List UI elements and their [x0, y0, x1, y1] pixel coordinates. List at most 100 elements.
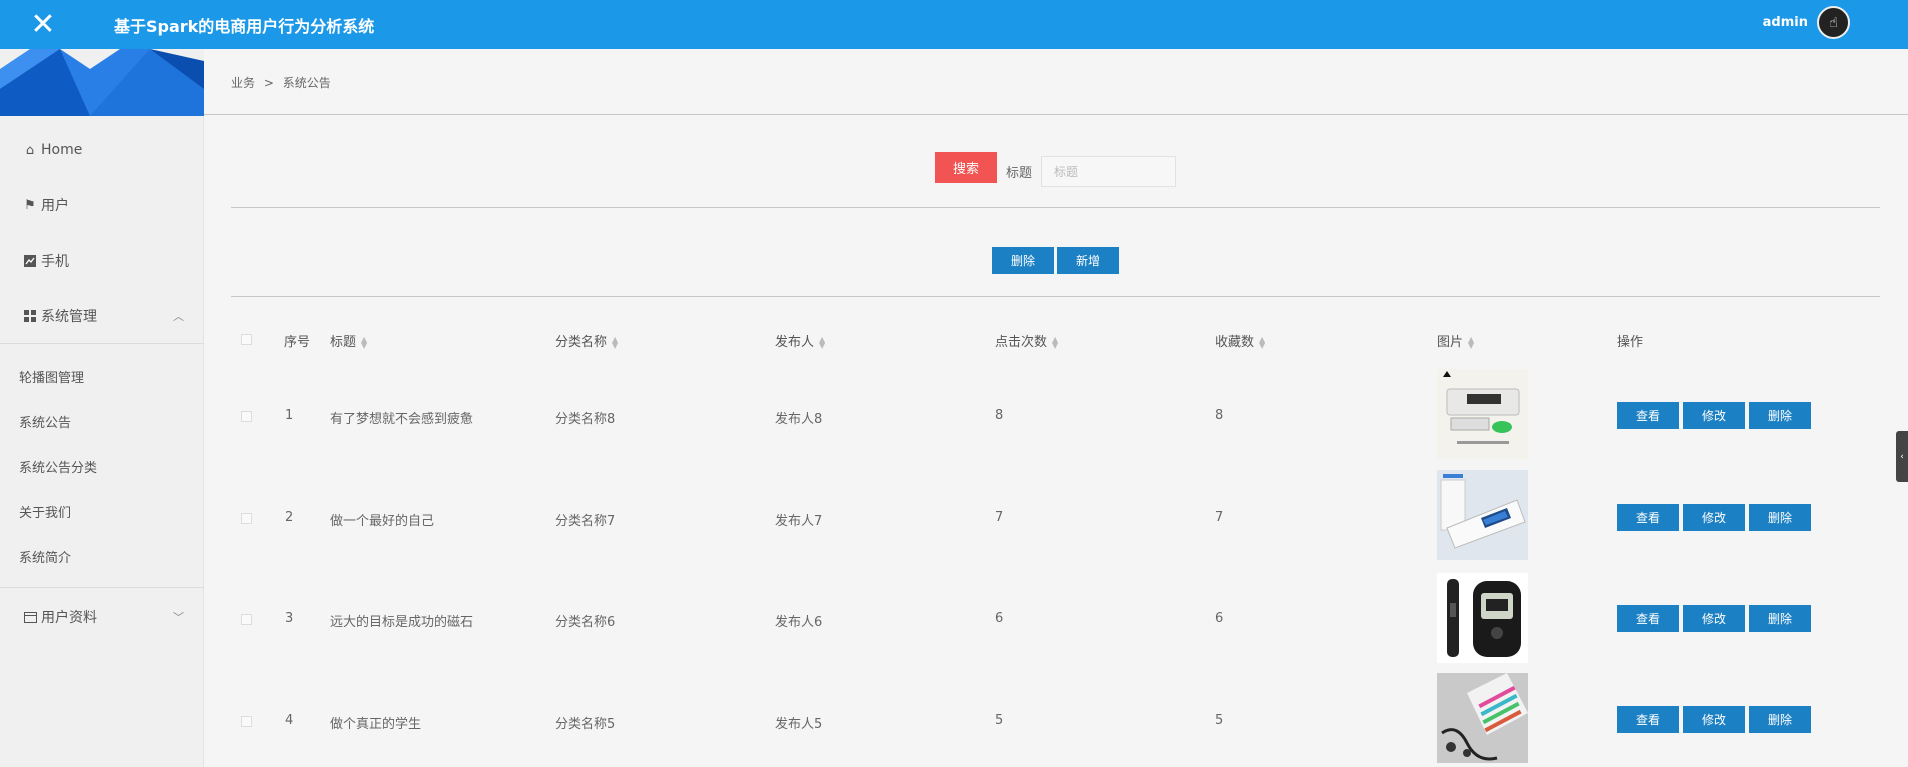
- cell-title: 有了梦想就不会感到疲惫: [330, 412, 474, 427]
- chevron-down-icon: ﹀: [173, 611, 184, 624]
- delete-button[interactable]: 删除: [1749, 706, 1811, 733]
- sidebar-item-phone[interactable]: 手机: [0, 241, 204, 281]
- search-label: 标题: [1006, 166, 1033, 181]
- cell-clicks: 7: [995, 510, 1004, 525]
- breadcrumb-current: 系统公告: [282, 76, 331, 90]
- search-divider: [231, 207, 1880, 208]
- sidebar-item-label: 系统管理: [41, 309, 97, 325]
- flag-icon: ⚑: [24, 197, 36, 213]
- product-image: [1437, 470, 1528, 560]
- edit-button[interactable]: 修改: [1683, 605, 1745, 632]
- sidebar-item-system[interactable]: 系统管理 ︿: [0, 296, 204, 336]
- column-header-no: 序号: [284, 335, 311, 350]
- divider: [0, 343, 204, 344]
- column-header-image[interactable]: 图片 ▲ ▼: [1437, 331, 1474, 350]
- sidebar-subitem-notice[interactable]: 系统公告: [0, 403, 204, 439]
- chart-icon: [22, 255, 38, 267]
- row-checkbox[interactable]: [241, 614, 252, 625]
- calendar-icon: [22, 611, 38, 623]
- product-image: [1437, 673, 1528, 763]
- bulk-delete-button[interactable]: 删除: [992, 247, 1054, 274]
- sidebar-subitem-about[interactable]: 关于我们: [0, 493, 204, 529]
- search-button[interactable]: 搜索: [935, 152, 997, 183]
- breadcrumb: 业务 > 系统公告: [231, 74, 331, 91]
- cell-clicks: 6: [995, 611, 1004, 626]
- header-divider: [204, 114, 1908, 115]
- add-button[interactable]: 新增: [1057, 247, 1119, 274]
- cell-favorites: 8: [1215, 408, 1224, 423]
- sidebar-item-profile[interactable]: 用户资料 ﹀: [0, 597, 204, 637]
- grid-icon: [22, 310, 38, 322]
- app-title: 基于Spark的电商用户行为分析系统: [114, 17, 375, 36]
- cell-publisher: 发布人7: [775, 514, 823, 529]
- sort-icon[interactable]: ▲ ▼: [1468, 335, 1474, 349]
- cell-category: 分类名称6: [555, 615, 616, 630]
- cell-title: 做一个最好的自己: [330, 514, 435, 529]
- breadcrumb-root[interactable]: 业务: [231, 76, 255, 90]
- cell-favorites: 5: [1215, 713, 1224, 728]
- edit-button[interactable]: 修改: [1683, 706, 1745, 733]
- column-header-title[interactable]: 标题 ▲ ▼: [330, 331, 367, 350]
- sort-icon[interactable]: ▲ ▼: [361, 335, 367, 349]
- avatar[interactable]: ☝: [1817, 6, 1850, 39]
- row-checkbox[interactable]: [241, 513, 252, 524]
- side-drawer-handle[interactable]: ‹: [1896, 431, 1908, 482]
- breadcrumb-separator: >: [263, 76, 274, 90]
- cell-publisher: 发布人8: [775, 412, 823, 427]
- row-checkbox[interactable]: [241, 411, 252, 422]
- edit-button[interactable]: 修改: [1683, 504, 1745, 531]
- cell-category: 分类名称8: [555, 412, 616, 427]
- cell-clicks: 8: [995, 408, 1004, 423]
- sidebar-banner: [0, 49, 204, 116]
- view-button[interactable]: 查看: [1617, 605, 1679, 632]
- sidebar-subitem-carousel[interactable]: 轮播图管理: [0, 358, 204, 394]
- user-name[interactable]: admin: [1763, 15, 1808, 30]
- sidebar-subitem-intro[interactable]: 系统简介: [0, 538, 204, 574]
- product-image: [1437, 573, 1528, 663]
- column-header-publisher[interactable]: 发布人 ▲ ▼: [775, 331, 825, 350]
- cell-favorites: 7: [1215, 510, 1224, 525]
- sidebar-item-label: 用户资料: [41, 610, 97, 626]
- delete-button[interactable]: 删除: [1749, 402, 1811, 429]
- column-header-actions: 操作: [1617, 335, 1644, 350]
- sidebar-item-label: 手机: [41, 254, 69, 270]
- sidebar-item-label: Home: [41, 142, 83, 158]
- select-all-checkbox[interactable]: [241, 334, 252, 345]
- cell-title: 远大的目标是成功的磁石: [330, 615, 474, 630]
- chevron-up-icon: ︿: [173, 310, 184, 323]
- cell-no: 2: [285, 510, 294, 525]
- column-header-favorites[interactable]: 收藏数 ▲ ▼: [1215, 331, 1265, 350]
- delete-button[interactable]: 删除: [1749, 605, 1811, 632]
- sidebar: ⌂ Home ⚑ 用户 手机 系统管理 ︿ 轮播图管理 系统公告 系统公告分类 …: [0, 49, 204, 767]
- sort-icon[interactable]: ▲ ▼: [1259, 335, 1265, 349]
- view-button[interactable]: 查看: [1617, 504, 1679, 531]
- home-icon: ⌂: [25, 142, 35, 158]
- cell-no: 4: [285, 713, 294, 728]
- sidebar-item-label: 用户: [41, 198, 69, 214]
- cell-no: 3: [285, 611, 294, 626]
- sort-icon[interactable]: ▲ ▼: [1052, 335, 1058, 349]
- edit-button[interactable]: 修改: [1683, 402, 1745, 429]
- cell-category: 分类名称7: [555, 514, 616, 529]
- row-checkbox[interactable]: [241, 716, 252, 727]
- column-header-clicks[interactable]: 点击次数 ▲ ▼: [995, 331, 1058, 350]
- search-input[interactable]: [1041, 156, 1176, 187]
- sidebar-subitem-notice-category[interactable]: 系统公告分类: [0, 448, 204, 484]
- cell-category: 分类名称5: [555, 717, 616, 732]
- top-bar: ✕ 基于Spark的电商用户行为分析系统 admin ☝: [0, 0, 1908, 49]
- sort-icon[interactable]: ▲ ▼: [819, 335, 825, 349]
- view-button[interactable]: 查看: [1617, 706, 1679, 733]
- sort-icon[interactable]: ▲ ▼: [612, 335, 618, 349]
- column-header-category[interactable]: 分类名称 ▲ ▼: [555, 331, 618, 350]
- cell-favorites: 6: [1215, 611, 1224, 626]
- sidebar-item-home[interactable]: ⌂ Home: [0, 130, 204, 170]
- delete-button[interactable]: 删除: [1749, 504, 1811, 531]
- view-button[interactable]: 查看: [1617, 402, 1679, 429]
- close-icon[interactable]: ✕: [0, 0, 86, 49]
- product-image: [1437, 369, 1528, 459]
- sidebar-item-users[interactable]: ⚑ 用户: [0, 185, 204, 225]
- cell-publisher: 发布人5: [775, 717, 823, 732]
- toolbar-divider: [231, 296, 1880, 297]
- cell-no: 1: [285, 408, 294, 423]
- divider: [0, 587, 204, 588]
